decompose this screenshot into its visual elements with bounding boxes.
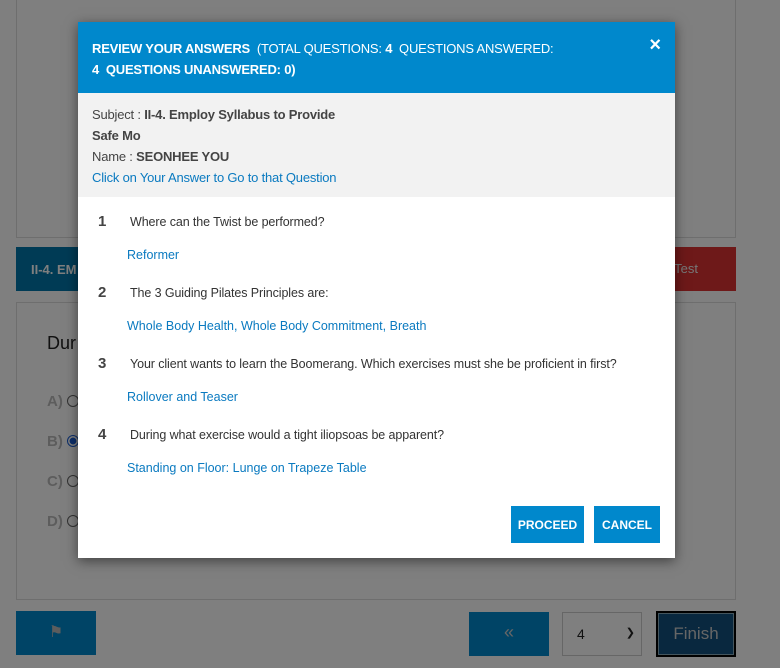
total-label: (TOTAL QUESTIONS:	[256, 41, 382, 56]
question-number: 2	[98, 284, 107, 301]
question-text: The 3 Guiding Pilates Principles are:	[130, 286, 329, 300]
close-icon[interactable]: ×	[649, 34, 661, 57]
question-number: 3	[98, 355, 107, 372]
answer-link[interactable]: Rollover and Teaser	[127, 390, 675, 404]
modal-info: Subject : II-4. Employ Syllabus to Provi…	[78, 93, 675, 197]
answered-label: QUESTIONS ANSWERED:	[399, 41, 554, 56]
review-answers-modal: REVIEW YOUR ANSWERS (TOTAL QUESTIONS: 4 …	[78, 22, 675, 558]
unanswered-label: QUESTIONS UNANSWERED: 0)	[105, 62, 296, 77]
answer-link[interactable]: Standing on Floor: Lunge on Trapeze Tabl…	[127, 461, 675, 475]
subject-label: Subject :	[92, 107, 141, 122]
question-number: 4	[98, 426, 107, 443]
question-number: 1	[98, 213, 107, 230]
question-item: 3 Your client wants to learn the Boomeran…	[98, 355, 675, 426]
question-text: Where can the Twist be performed?	[130, 215, 325, 229]
total-value: 4	[385, 41, 393, 56]
question-item: 1 Where can the Twist be performed? Reform…	[98, 213, 675, 284]
cancel-button[interactable]: CANCEL	[594, 506, 660, 543]
name-label: Name :	[92, 149, 133, 164]
modal-title: REVIEW YOUR ANSWERS	[92, 41, 250, 56]
modal-header: REVIEW YOUR ANSWERS (TOTAL QUESTIONS: 4 …	[78, 22, 675, 93]
question-text: During what exercise would a tight iliop…	[130, 428, 444, 442]
answered-value: 4	[92, 62, 100, 77]
question-list: 1 Where can the Twist be performed? Reform…	[78, 197, 675, 497]
answer-link[interactable]: Reformer	[127, 248, 675, 262]
question-text: Your client wants to learn the Boomerang…	[130, 357, 617, 371]
question-item: 2 The 3 Guiding Pilates Principles are: Wh…	[98, 284, 675, 355]
name-value: SEONHEE YOU	[136, 149, 230, 164]
question-item: 4 During what exercise would a tight ilio…	[98, 426, 675, 497]
proceed-button[interactable]: PROCEED	[511, 506, 584, 543]
hint-text: Click on Your Answer to Go to that Quest…	[92, 170, 337, 185]
answer-link[interactable]: Whole Body Health, Whole Body Commitment…	[127, 319, 675, 333]
